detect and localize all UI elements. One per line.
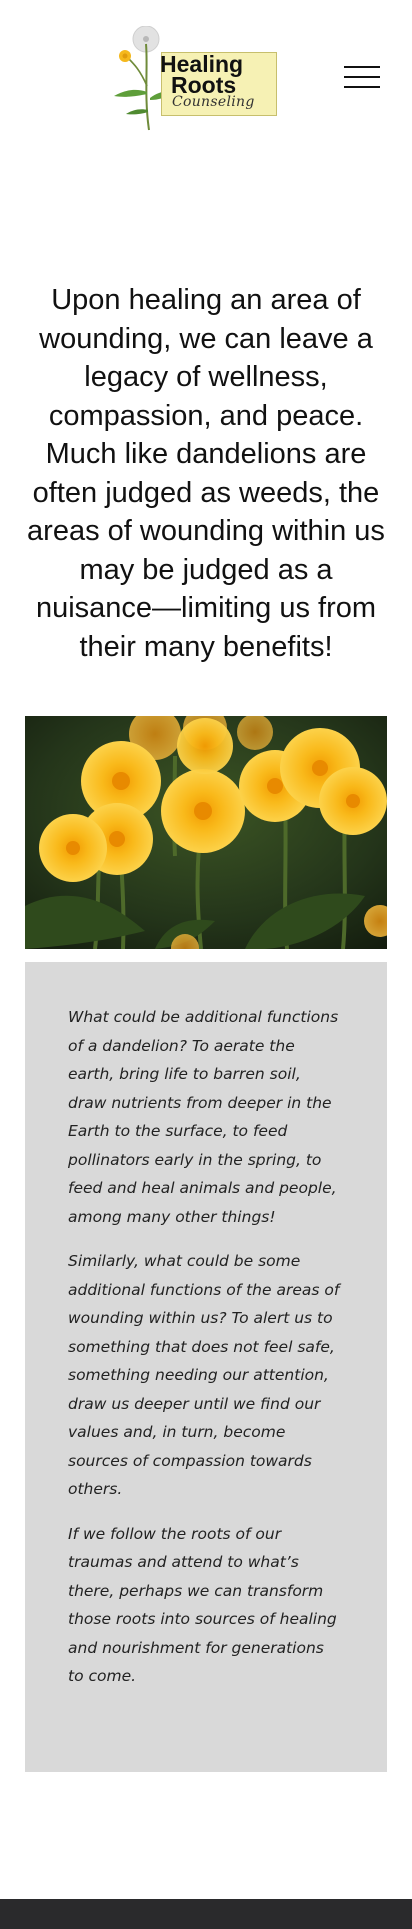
dandelion-flowers-photo — [25, 716, 387, 949]
menu-line — [344, 86, 380, 88]
reflection-paragraph-1: What could be additional functions of a … — [68, 1008, 339, 1226]
site-footer — [0, 1899, 412, 1929]
site-header: Healing Roots Counseling — [0, 0, 412, 140]
dandelion-image — [25, 716, 387, 949]
logo-text-counseling: Counseling — [172, 94, 255, 110]
dandelion-reflection-box: What could be additional functions of a … — [25, 962, 387, 1772]
reflection-paragraph-3: If we follow the roots of our traumas an… — [68, 1524, 337, 1686]
page-headline: Upon healing an area of wounding, we can… — [27, 284, 385, 663]
hamburger-menu-icon[interactable] — [344, 66, 382, 90]
reflection-text: What could be additional functions of a … — [68, 1003, 344, 1707]
menu-line — [344, 76, 380, 78]
healing-roots-logo[interactable]: Healing Roots Counseling — [112, 26, 282, 132]
reflection-paragraph-2: Similarly, what could be some additional… — [68, 1252, 340, 1498]
menu-line — [344, 66, 380, 68]
